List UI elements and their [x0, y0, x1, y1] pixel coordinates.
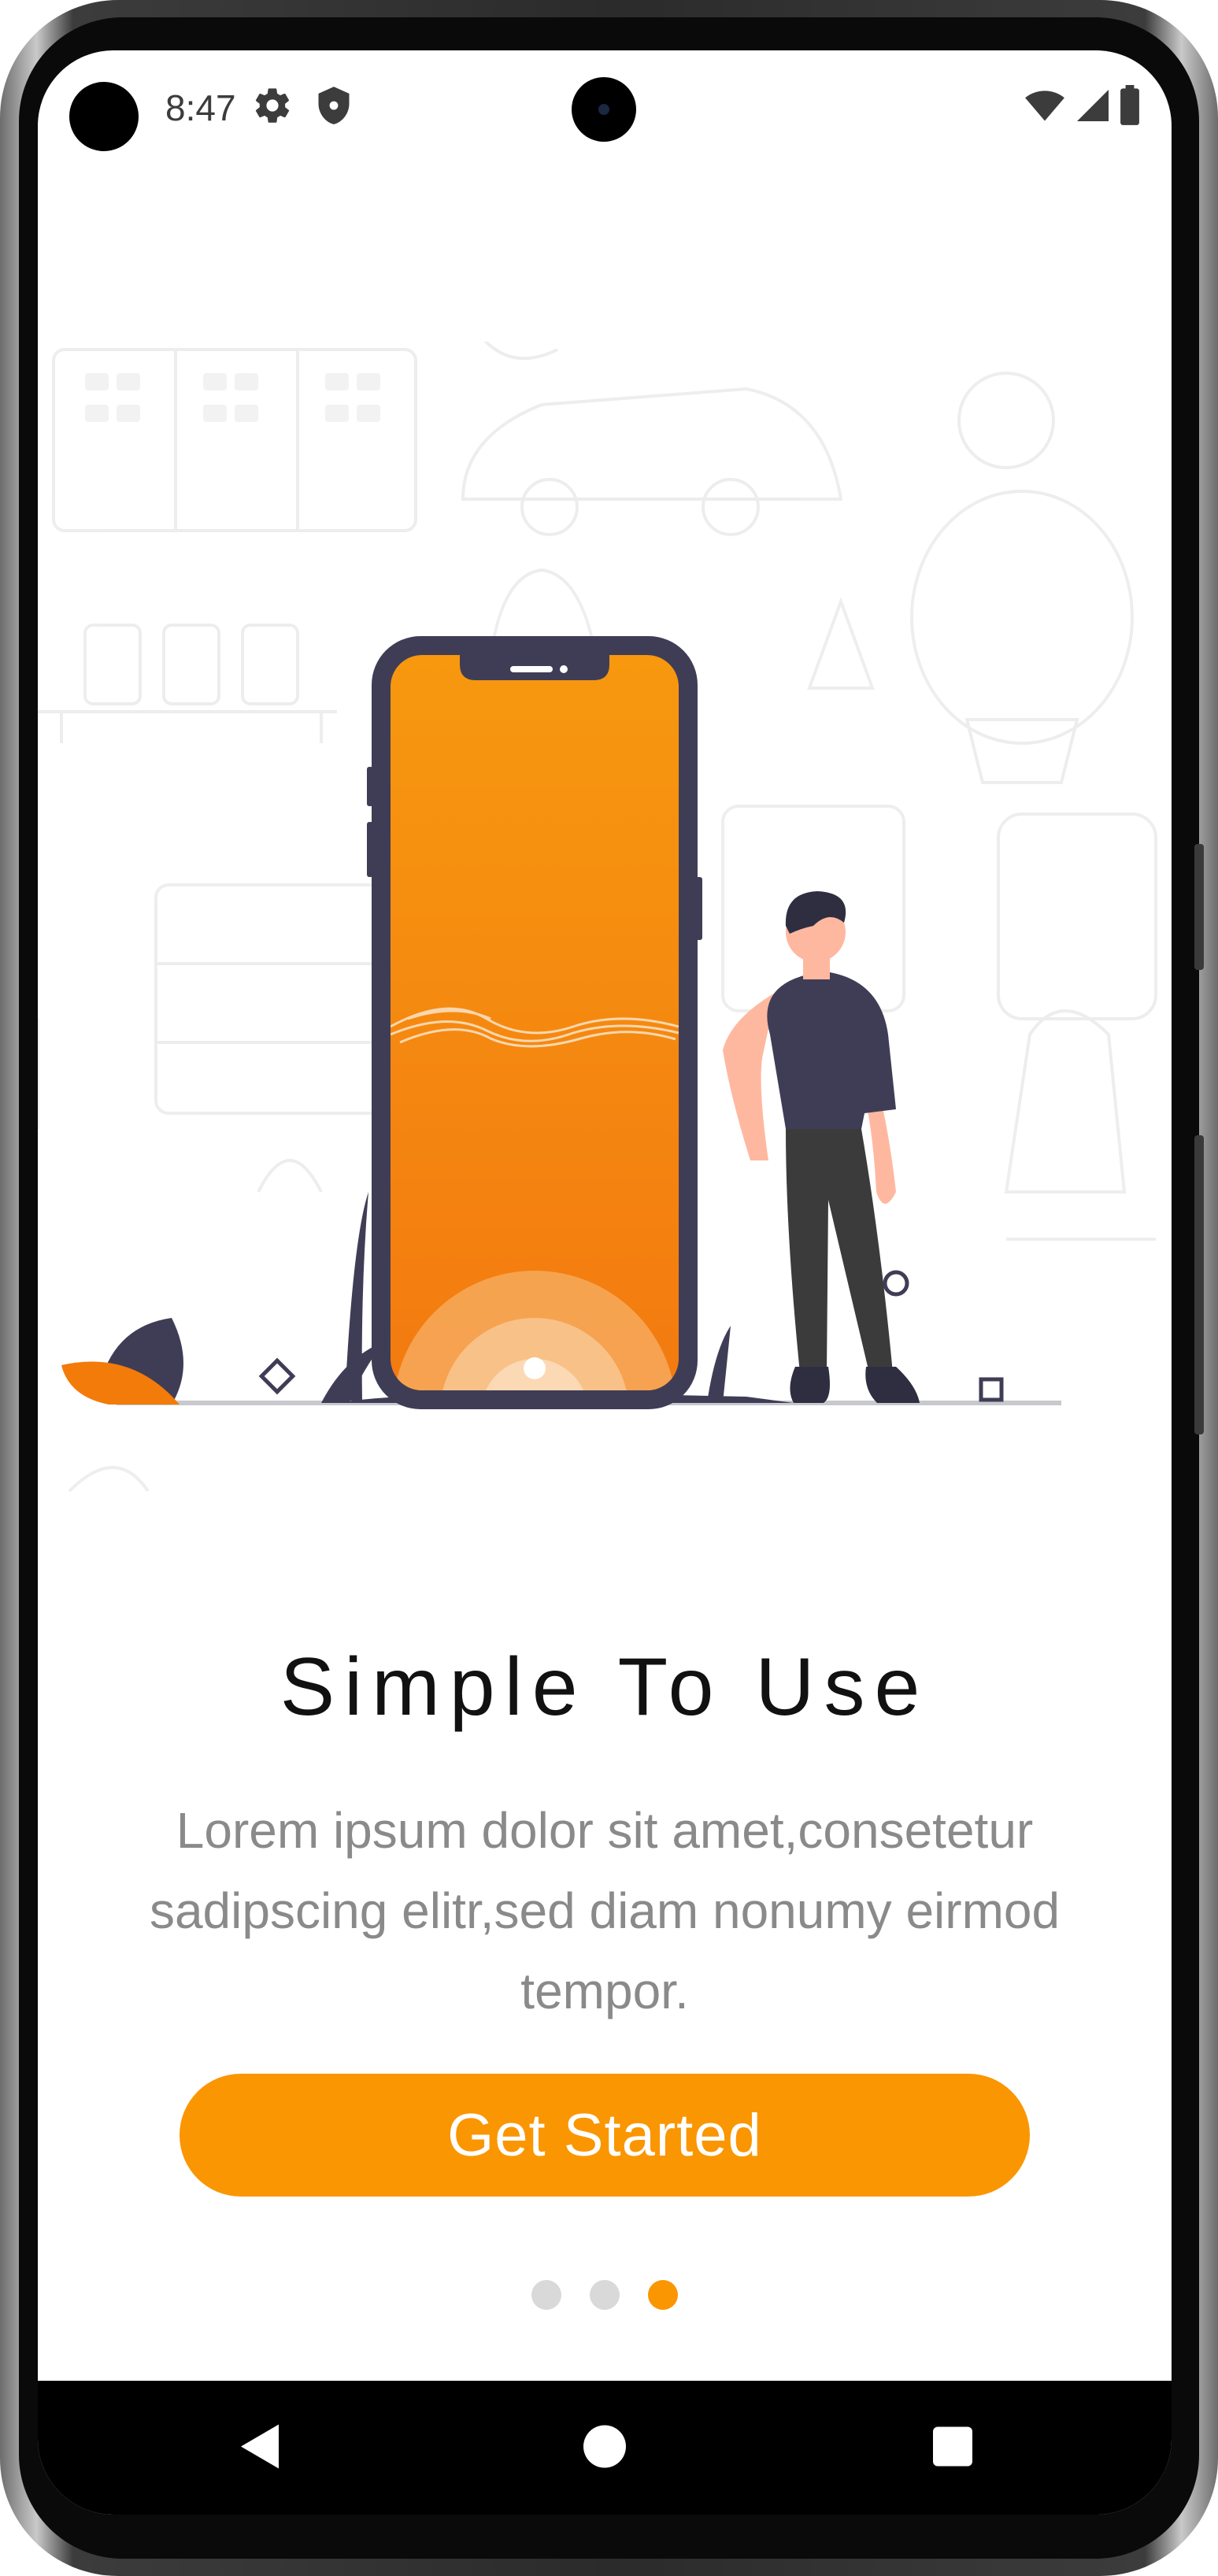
page-indicator: [38, 2280, 1172, 2310]
status-bar: 8:47: [38, 50, 1172, 161]
gear-icon: [255, 88, 290, 123]
page-dot-2[interactable]: [590, 2280, 620, 2310]
circle-shape: [883, 1270, 909, 1297]
navigation-bar: [38, 2381, 1172, 2515]
power-button: [1194, 1135, 1204, 1434]
phone-device: 8:47 Simple To Use Lorem ipsum dolor sit…: [0, 0, 1218, 2576]
shield-icon: [318, 87, 350, 124]
back-icon: [241, 2424, 279, 2469]
square-shape: [979, 1377, 1004, 1402]
get-started-button[interactable]: Get Started: [180, 2074, 1030, 2197]
diamond-shape: [258, 1357, 296, 1395]
battery-icon: [1120, 85, 1139, 125]
onboarding-title: Simple To Use: [280, 1641, 930, 1733]
person-illustration: [723, 891, 920, 1403]
recents-icon: [933, 2426, 972, 2467]
back-button[interactable]: [230, 2421, 287, 2475]
page-dot-1[interactable]: [531, 2280, 561, 2310]
wifi-icon: [1025, 91, 1064, 121]
signal-icon: [1077, 90, 1109, 121]
phone-illustration: [367, 636, 702, 1409]
status-time: 8:47: [165, 87, 236, 128]
screen: 8:47 Simple To Use Lorem ipsum dolor sit…: [38, 50, 1172, 2515]
grass-blade: [707, 1326, 731, 1403]
volume-button: [1194, 844, 1204, 970]
onboarding-description: Lorem ipsum dolor sit amet,consetetur sa…: [149, 1802, 1061, 2019]
page-dot-3-active[interactable]: [648, 2280, 678, 2310]
front-camera: [572, 77, 636, 142]
home-icon: [583, 2425, 626, 2468]
notification-dot: [69, 82, 139, 151]
onboarding-illustration: [38, 342, 1157, 1493]
home-button[interactable]: [577, 2423, 632, 2473]
recents-button[interactable]: [927, 2425, 979, 2471]
